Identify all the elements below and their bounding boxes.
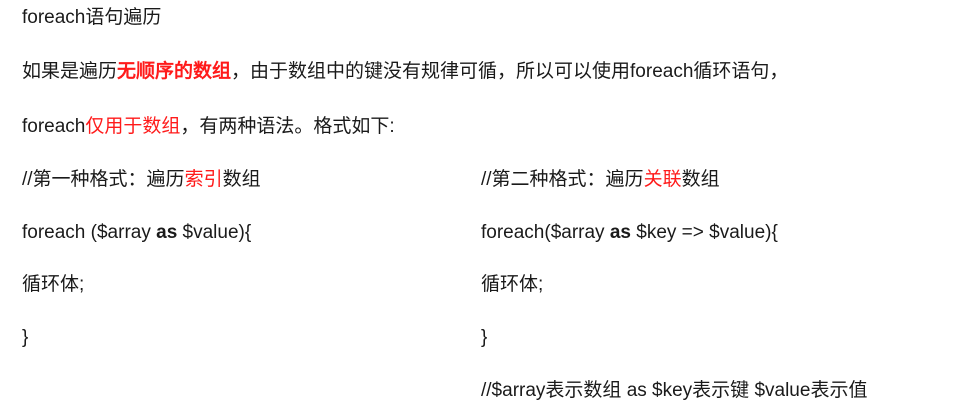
paragraph-1: 如果是遍历无顺序的数组，由于数组中的键没有规律可循，所以可以使用foreach循… (22, 60, 788, 84)
right-note: //$array表示数组 as $key表示键 $value表示值 (481, 379, 867, 403)
left-comment-highlight: 索引 (184, 169, 223, 190)
paragraph-2: foreach仅用于数组，有两种语法。格式如下: (22, 115, 395, 139)
right-comment-highlight: 关联 (643, 169, 682, 190)
right-comment-pre: //第二种格式：遍历 (481, 169, 644, 190)
paragraph-2-highlight: 仅用于数组 (85, 116, 181, 137)
right-body-text: 循环体; (481, 274, 544, 295)
right-comment-post: 数组 (681, 169, 720, 190)
right-code: foreach($array as $key => $value){ (481, 221, 778, 245)
doc-title: foreach语句遍历 (22, 6, 161, 30)
left-code: foreach ($array as $value){ (22, 221, 251, 245)
left-close: } (22, 326, 28, 350)
paragraph-1-pre: 如果是遍历 (22, 61, 118, 82)
left-body-text: 循环体; (22, 274, 85, 295)
right-body: 循环体; (481, 273, 543, 297)
left-comment: //第一种格式：遍历索引数组 (22, 168, 261, 192)
paragraph-2-post: ，有两种语法。格式如下: (180, 116, 395, 137)
paragraph-1-post: ，由于数组中的键没有规律可循，所以可以使用foreach循环语句， (231, 61, 789, 82)
right-code-pre: foreach($array (481, 222, 610, 243)
left-code-keyword: as (156, 222, 178, 243)
right-comment: //第二种格式：遍历关联数组 (481, 168, 720, 192)
paragraph-1-highlight: 无顺序的数组 (117, 61, 232, 82)
left-comment-pre: //第一种格式：遍历 (22, 169, 185, 190)
doc-title-text: foreach语句遍历 (22, 7, 162, 28)
right-close: } (481, 326, 487, 350)
right-note-text: //$array表示数组 as $key表示键 $value表示值 (481, 380, 868, 401)
left-code-post: $value){ (177, 222, 252, 243)
right-code-keyword: as (609, 222, 631, 243)
left-close-brace: } (22, 327, 29, 348)
right-close-brace: } (481, 327, 488, 348)
right-code-post: $key => $value){ (630, 222, 778, 243)
left-code-pre: foreach ($array (22, 222, 157, 243)
paragraph-2-pre: foreach (22, 116, 86, 137)
left-comment-post: 数组 (222, 169, 261, 190)
left-body: 循环体; (22, 273, 84, 297)
